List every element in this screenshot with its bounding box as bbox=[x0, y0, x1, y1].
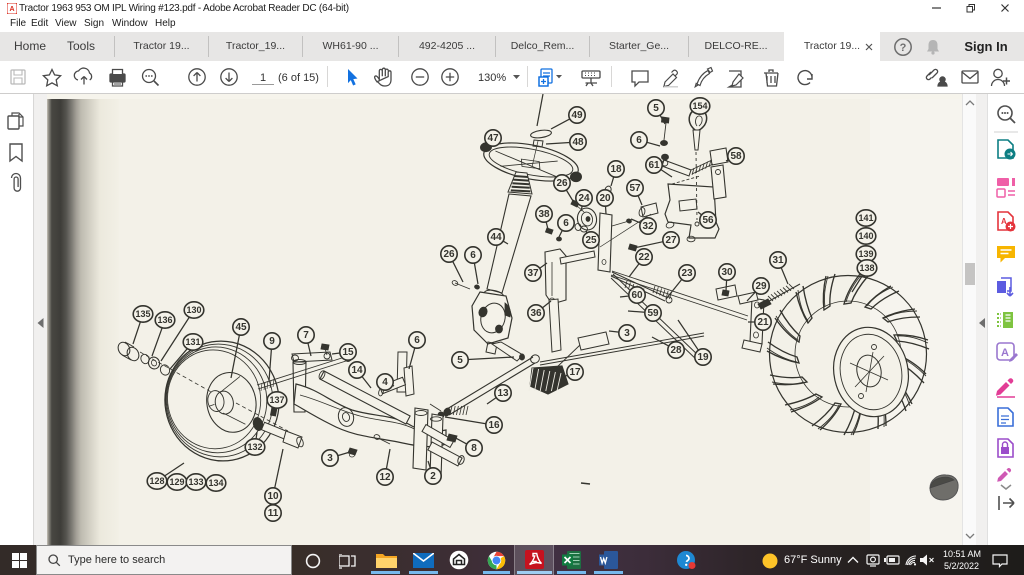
svg-text:48: 48 bbox=[572, 137, 584, 148]
svg-text:9: 9 bbox=[269, 336, 275, 347]
svg-text:1: 1 bbox=[260, 72, 266, 84]
svg-text:12: 12 bbox=[379, 472, 391, 483]
svg-text:7: 7 bbox=[303, 330, 309, 341]
svg-text:17: 17 bbox=[569, 367, 581, 378]
svg-text:16: 16 bbox=[488, 420, 500, 431]
svg-text:138: 138 bbox=[859, 263, 874, 273]
svg-text:8: 8 bbox=[471, 443, 477, 454]
svg-text:37: 37 bbox=[527, 268, 539, 279]
svg-text:3: 3 bbox=[327, 453, 333, 464]
svg-text:45: 45 bbox=[235, 322, 247, 333]
svg-text:128: 128 bbox=[149, 476, 164, 486]
svg-text:3: 3 bbox=[624, 328, 630, 339]
svg-text:6: 6 bbox=[414, 335, 420, 346]
svg-text:27: 27 bbox=[665, 235, 677, 246]
svg-text:130%: 130% bbox=[478, 72, 506, 84]
svg-text:26: 26 bbox=[556, 178, 568, 189]
svg-text:135: 135 bbox=[135, 309, 150, 319]
svg-text:59: 59 bbox=[647, 308, 659, 319]
svg-text:A: A bbox=[9, 6, 14, 13]
svg-text:47: 47 bbox=[487, 133, 499, 144]
svg-text:49: 49 bbox=[571, 110, 583, 121]
svg-text:24: 24 bbox=[578, 193, 590, 204]
svg-text:133: 133 bbox=[188, 477, 203, 487]
svg-text:15: 15 bbox=[342, 347, 354, 358]
svg-text:10: 10 bbox=[267, 491, 279, 502]
svg-text:30: 30 bbox=[721, 267, 733, 278]
svg-text:6: 6 bbox=[563, 218, 569, 229]
svg-text:58: 58 bbox=[730, 151, 742, 162]
svg-text:29: 29 bbox=[755, 281, 767, 292]
svg-text:56: 56 bbox=[702, 215, 714, 226]
svg-text:60: 60 bbox=[631, 290, 643, 301]
svg-text:6: 6 bbox=[470, 250, 476, 261]
svg-text:57: 57 bbox=[629, 183, 641, 194]
svg-text:25: 25 bbox=[585, 235, 597, 246]
svg-text:14: 14 bbox=[351, 365, 363, 376]
svg-text:11: 11 bbox=[268, 508, 279, 519]
svg-text:136: 136 bbox=[157, 315, 172, 325]
svg-text:26: 26 bbox=[443, 249, 455, 260]
svg-text:32: 32 bbox=[642, 221, 654, 232]
svg-text:140: 140 bbox=[858, 231, 873, 241]
svg-text:2: 2 bbox=[430, 471, 436, 482]
svg-text:141: 141 bbox=[858, 213, 873, 223]
svg-text:131: 131 bbox=[185, 337, 200, 347]
svg-text:18: 18 bbox=[610, 164, 622, 175]
svg-text:?: ? bbox=[900, 42, 907, 54]
svg-text:36: 36 bbox=[530, 308, 542, 319]
svg-text:4: 4 bbox=[382, 377, 388, 388]
svg-text:31: 31 bbox=[772, 255, 784, 266]
svg-text:44: 44 bbox=[490, 232, 502, 243]
svg-text:(6 of 15): (6 of 15) bbox=[278, 72, 319, 84]
svg-text:38: 38 bbox=[538, 209, 550, 220]
svg-text:6: 6 bbox=[636, 135, 642, 146]
svg-text:21: 21 bbox=[757, 317, 769, 328]
svg-text:28: 28 bbox=[670, 345, 682, 356]
svg-text:139: 139 bbox=[858, 249, 873, 259]
svg-text:23: 23 bbox=[681, 268, 693, 279]
svg-text:137: 137 bbox=[269, 395, 284, 405]
svg-text:154: 154 bbox=[692, 101, 707, 111]
svg-text:22: 22 bbox=[638, 252, 650, 263]
svg-text:130: 130 bbox=[186, 305, 201, 315]
svg-text:61: 61 bbox=[648, 160, 660, 171]
svg-text:129: 129 bbox=[169, 477, 184, 487]
svg-text:132: 132 bbox=[247, 442, 262, 452]
svg-text:19: 19 bbox=[697, 352, 709, 363]
svg-text:134: 134 bbox=[208, 478, 223, 488]
svg-text:13: 13 bbox=[497, 388, 509, 399]
svg-text:5: 5 bbox=[653, 103, 659, 114]
svg-text:20: 20 bbox=[599, 193, 611, 204]
svg-text:5: 5 bbox=[457, 355, 463, 366]
svg-text:A: A bbox=[1001, 347, 1009, 359]
